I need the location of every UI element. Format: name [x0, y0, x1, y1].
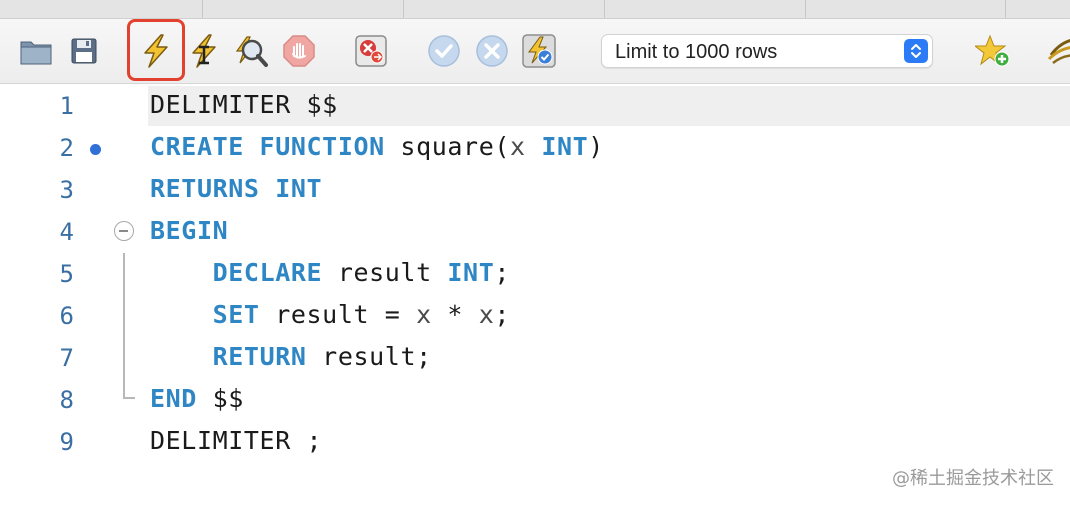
- code-token: result;: [306, 342, 432, 371]
- explain-button[interactable]: [233, 33, 269, 69]
- sql-keyword: END: [150, 384, 197, 413]
- code-text: SET result = x * x;: [150, 300, 510, 329]
- tab-separator: [604, 0, 605, 18]
- line-number: 7: [59, 344, 74, 372]
- code-token: x: [510, 132, 526, 161]
- code-line[interactable]: 4 BEGIN: [0, 210, 1070, 252]
- code-line[interactable]: 7 RETURN result;: [0, 336, 1070, 378]
- code-line[interactable]: 9 DELIMITER ;: [0, 420, 1070, 462]
- execute-current-statement-icon: [192, 34, 216, 68]
- tab-separator: [805, 0, 806, 18]
- code-token: *: [431, 300, 479, 329]
- save-icon: [71, 38, 97, 64]
- line-number: 6: [59, 302, 74, 330]
- statement-marker-icon[interactable]: [90, 144, 101, 155]
- code-editor[interactable]: 1 DELIMITER $$ 2 CREATE FUNCTION square(x I…: [0, 84, 1070, 506]
- sql-keyword: BEGIN: [150, 216, 229, 245]
- chevron-up-down-icon: [904, 39, 928, 63]
- toggle-stop-on-error-button[interactable]: [353, 33, 389, 69]
- sql-editor-window: Limit to 1000 rows 1 DELIMITER $$ 2 CREA…: [0, 0, 1070, 506]
- code-text: CREATE FUNCTION square(x INT): [150, 132, 604, 161]
- sql-keyword: DECLARE: [212, 258, 323, 287]
- line-number: 3: [59, 176, 74, 204]
- sql-keyword: SET: [212, 300, 260, 329]
- code-token: DELIMITER $$: [150, 90, 338, 119]
- sql-keyword: INT: [541, 132, 589, 161]
- code-token: x: [416, 300, 432, 329]
- sql-keyword: CREATE FUNCTION: [150, 132, 385, 161]
- code-token: result =: [259, 300, 417, 329]
- open-folder-button[interactable]: [18, 33, 54, 69]
- tab-separator: [403, 0, 404, 18]
- sql-keyword: RETURNS INT: [150, 174, 323, 203]
- query-toolbar: Limit to 1000 rows: [0, 19, 1070, 84]
- sql-keyword: RETURN: [212, 342, 307, 371]
- save-button[interactable]: [66, 33, 102, 69]
- line-number: 9: [59, 428, 74, 456]
- stop-button[interactable]: [281, 33, 317, 69]
- rollback-button[interactable]: [474, 33, 510, 69]
- code-text: DELIMITER ;: [150, 426, 322, 455]
- code-line[interactable]: 3 RETURNS INT: [0, 168, 1070, 210]
- line-number: 5: [59, 260, 74, 288]
- autocommit-icon: [522, 34, 556, 68]
- fold-guide-line: [123, 253, 125, 397]
- sql-keyword: INT: [447, 258, 495, 287]
- execute-icon: [144, 34, 168, 68]
- limit-rows-select[interactable]: Limit to 1000 rows: [601, 34, 933, 68]
- code-line[interactable]: 2 CREATE FUNCTION square(x INT): [0, 126, 1070, 168]
- tab-separator: [1005, 0, 1006, 18]
- line-number: 1: [59, 92, 74, 120]
- code-token: result: [322, 258, 448, 287]
- code-line[interactable]: 8 END $$: [0, 378, 1070, 420]
- explain-icon: [235, 36, 268, 67]
- add-snippet-button[interactable]: [975, 33, 1011, 69]
- stop-icon: [283, 35, 315, 67]
- line-number: 2: [59, 134, 74, 162]
- code-token: ;: [494, 300, 511, 329]
- autocommit-button[interactable]: [521, 33, 557, 69]
- code-line[interactable]: 5 DECLARE result INT;: [0, 252, 1070, 294]
- open-folder-icon: [20, 41, 52, 65]
- execute-current-button[interactable]: [186, 33, 222, 69]
- add-snippet-icon: [975, 34, 1010, 67]
- watermark: @稀土掘金技术社区: [892, 468, 1054, 489]
- code-text: RETURNS INT: [150, 174, 322, 203]
- fold-toggle-icon[interactable]: [114, 221, 134, 241]
- commit-icon: [428, 35, 460, 67]
- code-text: BEGIN: [150, 216, 228, 245]
- rollback-icon: [476, 35, 508, 67]
- code-token: $$: [196, 384, 244, 413]
- fold-guide-end: [123, 397, 135, 399]
- code-line[interactable]: 6 SET result = x * x;: [0, 294, 1070, 336]
- line-number: 8: [59, 386, 74, 414]
- code-token: ;: [494, 258, 511, 287]
- code-line[interactable]: 1 DELIMITER $$: [0, 84, 1070, 126]
- line-number: 4: [59, 218, 74, 246]
- code-token: x: [478, 300, 495, 329]
- code-text: END $$: [150, 384, 244, 413]
- code-token: square(: [384, 132, 510, 161]
- beautify-icon: [1047, 39, 1070, 64]
- code-token: ): [588, 132, 604, 161]
- toggle-continue-on-error-icon: [355, 35, 387, 67]
- limit-rows-value: Limit to 1000 rows: [615, 41, 778, 63]
- code-text: DELIMITER $$: [150, 90, 338, 119]
- tab-separator: [202, 0, 203, 18]
- tab-strip: [0, 0, 1070, 19]
- code-text: RETURN result;: [150, 342, 432, 371]
- code-token: DELIMITER ;: [150, 426, 323, 455]
- execute-button[interactable]: [138, 33, 174, 69]
- code-text: DECLARE result INT;: [150, 258, 510, 287]
- beautify-button[interactable]: [1044, 33, 1070, 69]
- commit-button[interactable]: [426, 33, 462, 69]
